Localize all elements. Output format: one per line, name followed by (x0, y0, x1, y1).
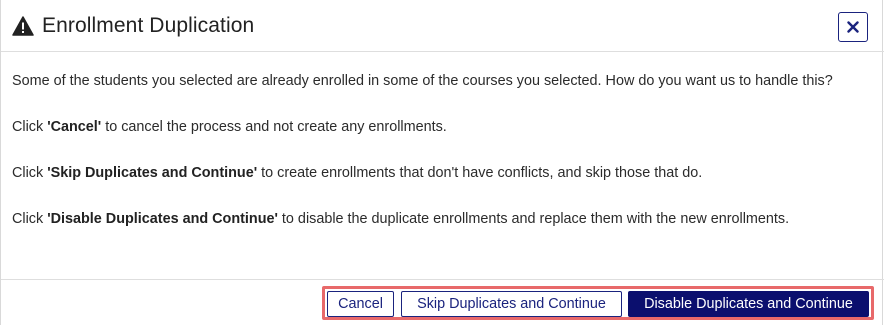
cancel-button[interactable]: Cancel (327, 291, 394, 317)
dialog-message: Some of the students you selected are al… (12, 70, 872, 230)
warning-triangle-icon (12, 16, 34, 36)
message-intro: Some of the students you selected are al… (12, 73, 833, 89)
message-option-disable: Click 'Disable Duplicates and Continue' … (12, 211, 790, 227)
footer-divider (1, 279, 884, 280)
dialog-title: Enrollment Duplication (42, 14, 255, 37)
close-x-icon (847, 21, 859, 33)
dialog-header: Enrollment Duplication (1, 0, 884, 52)
disable-duplicates-button[interactable]: Disable Duplicates and Continue (628, 291, 869, 317)
close-button[interactable] (838, 12, 868, 42)
skip-duplicates-button[interactable]: Skip Duplicates and Continue (401, 291, 622, 317)
option-cancel-label: 'Cancel' (47, 119, 102, 135)
message-option-skip: Click 'Skip Duplicates and Continue' to … (12, 165, 703, 181)
option-disable-label: 'Disable Duplicates and Continue' (47, 211, 278, 227)
message-option-cancel: Click 'Cancel' to cancel the process and… (12, 119, 447, 135)
option-skip-label: 'Skip Duplicates and Continue' (47, 165, 258, 181)
enrollment-duplication-dialog: Enrollment Duplication Some of the stude… (0, 0, 884, 325)
